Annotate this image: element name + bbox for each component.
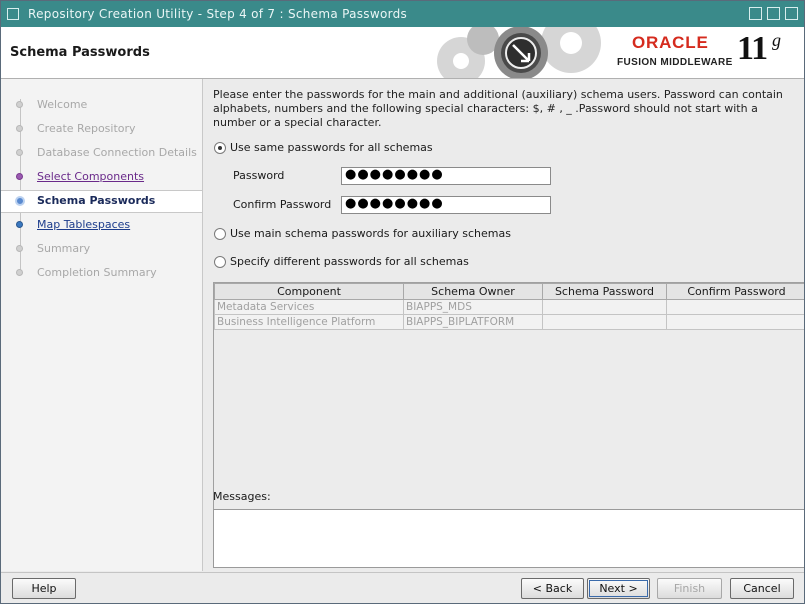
step-create-repository: Create Repository <box>1 119 202 139</box>
step-label: Schema Passwords <box>37 194 156 207</box>
wizard-steps: Welcome Create Repository Database Conne… <box>1 79 203 571</box>
back-button[interactable]: < Back <box>521 578 584 599</box>
page-title: Schema Passwords <box>10 45 150 60</box>
confirm-password-label: Confirm Password <box>233 198 332 211</box>
column-header-schema-owner[interactable]: Schema Owner <box>403 283 543 300</box>
column-header-confirm-password[interactable]: Confirm Password <box>666 283 804 300</box>
messages-area[interactable] <box>213 509 804 568</box>
step-indicator-icon <box>16 221 23 228</box>
version-logo: 11 <box>737 30 768 67</box>
app-window: Repository Creation Utility - Step 4 of … <box>0 0 805 604</box>
instructions-text: Please enter the passwords for the main … <box>213 88 783 129</box>
step-database-connection: Database Connection Details <box>1 143 202 163</box>
step-indicator-icon <box>16 101 23 108</box>
maximize-icon[interactable] <box>767 7 780 20</box>
messages-label: Messages: <box>213 490 271 503</box>
column-header-schema-password[interactable]: Schema Password <box>542 283 667 300</box>
cell-component: Metadata Services <box>214 299 404 315</box>
version-suffix-logo: g <box>772 30 781 50</box>
cell-component: Business Intelligence Platform <box>214 314 404 330</box>
current-step-icon <box>15 196 25 206</box>
finish-button: Finish <box>657 578 722 599</box>
step-label: Welcome <box>37 98 88 111</box>
step-indicator-icon <box>16 173 23 180</box>
step-indicator-icon <box>16 245 23 252</box>
button-bar: Help < Back Next > Finish Cancel <box>1 572 804 603</box>
table-header-row: Component Schema Owner Schema Password C… <box>214 283 804 300</box>
main-content: Please enter the passwords for the main … <box>203 79 804 571</box>
use-main-passwords-label[interactable]: Use main schema passwords for auxiliary … <box>230 227 511 240</box>
step-select-components[interactable]: Select Components <box>1 167 202 187</box>
use-same-passwords-radio[interactable] <box>214 142 226 154</box>
confirm-password-field[interactable]: ●●●●●●●● <box>341 196 551 214</box>
step-label: Database Connection Details <box>37 146 197 159</box>
cell-confirm-password <box>666 299 804 315</box>
oracle-logo: ORACLE <box>632 33 709 52</box>
gears-icon <box>437 27 601 78</box>
page-header: Schema Passwords ORACLE FUSION MIDDLEWAR… <box>1 27 804 79</box>
specify-different-label[interactable]: Specify different passwords for all sche… <box>230 255 469 268</box>
step-indicator-icon <box>16 125 23 132</box>
specify-different-radio[interactable] <box>214 256 226 268</box>
step-completion-summary: Completion Summary <box>1 263 202 283</box>
next-button[interactable]: Next > <box>587 578 650 599</box>
step-indicator-icon <box>16 269 23 276</box>
table-row: Business Intelligence Platform BIAPPS_BI… <box>214 314 804 330</box>
step-summary: Summary <box>1 239 202 259</box>
step-indicator-icon <box>16 149 23 156</box>
close-icon[interactable] <box>785 7 798 20</box>
cancel-button[interactable]: Cancel <box>730 578 794 599</box>
minimize-icon[interactable] <box>749 7 762 20</box>
step-schema-passwords: Schema Passwords <box>1 190 202 213</box>
cell-schema-owner: BIAPPS_MDS <box>403 299 543 315</box>
window-title: Repository Creation Utility - Step 4 of … <box>28 7 408 21</box>
cell-confirm-password <box>666 314 804 330</box>
schema-grid: Component Schema Owner Schema Password C… <box>214 283 804 330</box>
step-label: Completion Summary <box>37 266 157 279</box>
step-label: Summary <box>37 242 91 255</box>
step-welcome: Welcome <box>1 95 202 115</box>
fusion-middleware-logo: FUSION MIDDLEWARE <box>617 57 733 68</box>
table-row: Metadata Services BIAPPS_MDS <box>214 299 804 315</box>
cell-schema-password <box>542 299 667 315</box>
column-header-component[interactable]: Component <box>214 283 404 300</box>
step-map-tablespaces[interactable]: Map Tablespaces <box>1 215 202 235</box>
step-label[interactable]: Select Components <box>37 170 144 183</box>
password-label: Password <box>233 169 285 182</box>
use-main-passwords-radio[interactable] <box>214 228 226 240</box>
help-button[interactable]: Help <box>12 578 76 599</box>
window-menu-icon[interactable] <box>7 8 19 20</box>
cell-schema-owner: BIAPPS_BIPLATFORM <box>403 314 543 330</box>
use-same-passwords-label[interactable]: Use same passwords for all schemas <box>230 141 433 154</box>
password-field[interactable]: ●●●●●●●● <box>341 167 551 185</box>
step-label[interactable]: Map Tablespaces <box>37 218 130 231</box>
title-bar: Repository Creation Utility - Step 4 of … <box>1 1 804 27</box>
cell-schema-password <box>542 314 667 330</box>
step-label: Create Repository <box>37 122 136 135</box>
